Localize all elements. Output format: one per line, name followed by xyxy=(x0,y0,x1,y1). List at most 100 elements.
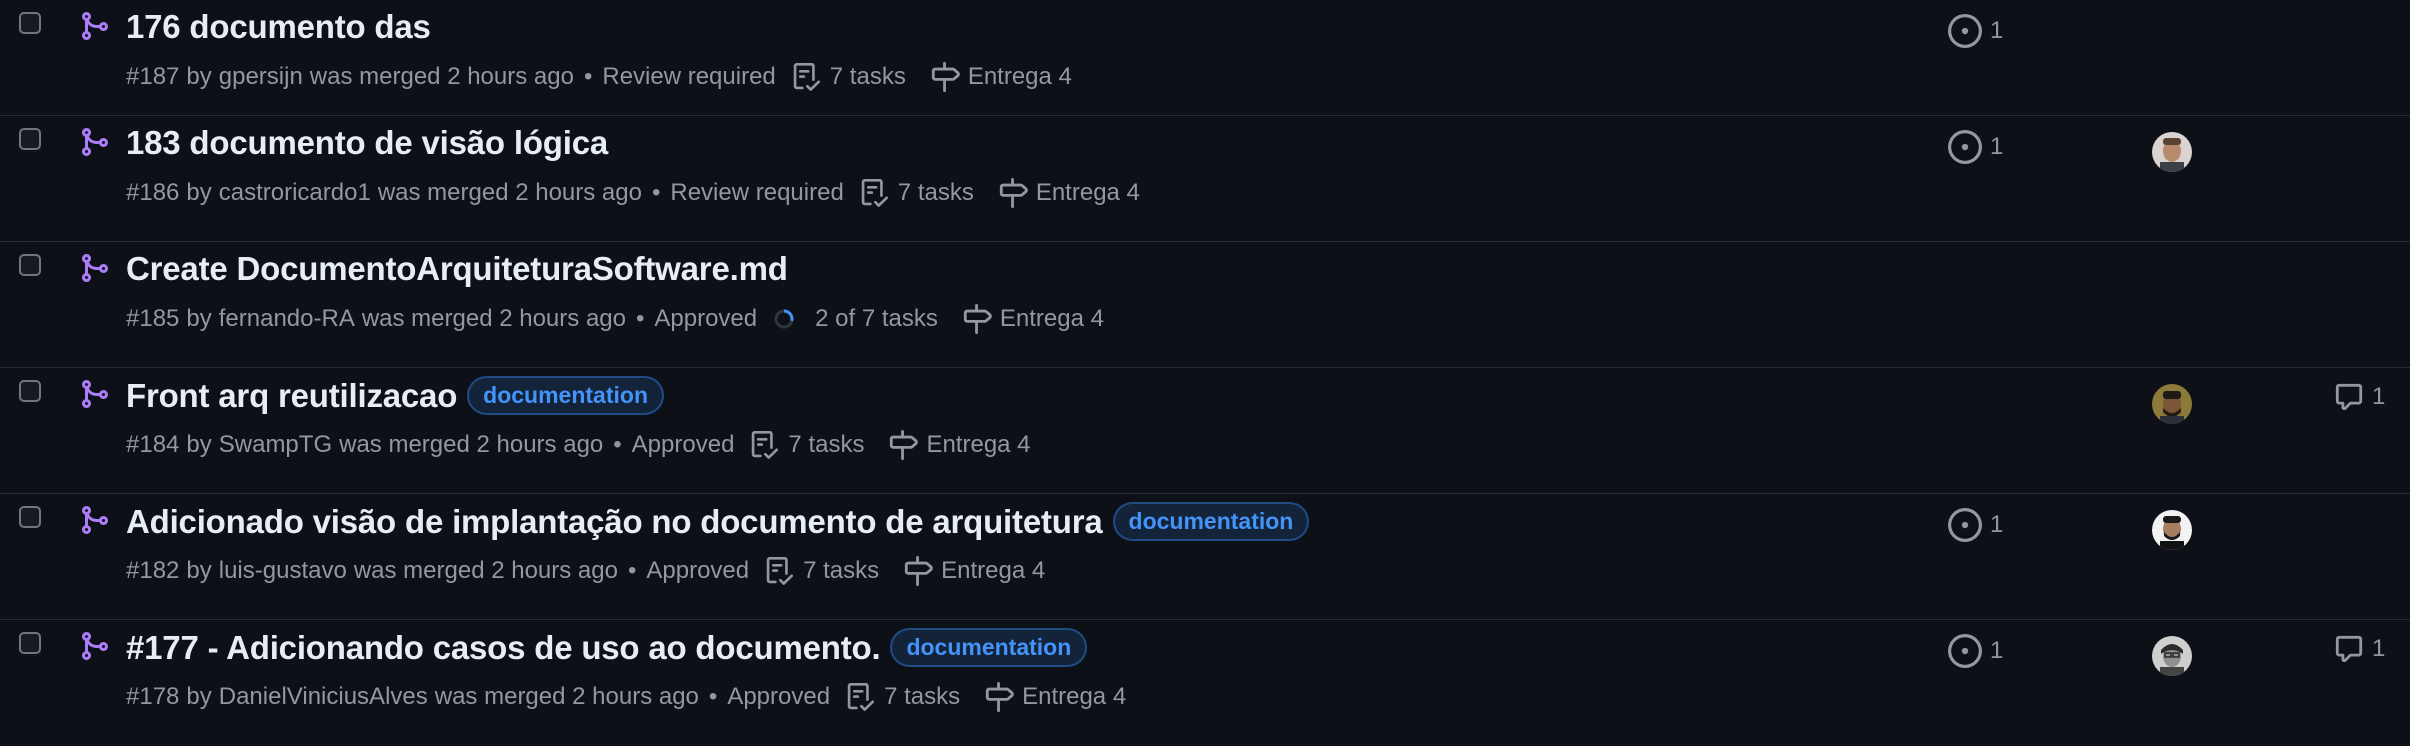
task-count: 7 tasks xyxy=(897,179,974,206)
assignee-avatar[interactable] xyxy=(2152,510,2192,550)
pr-number: #187 xyxy=(126,63,180,90)
milestone-label: Entrega 4 xyxy=(999,305,1104,332)
review-status[interactable]: Review required xyxy=(602,63,775,91)
select-checkbox[interactable] xyxy=(19,632,41,654)
task-progress: 7 tasks xyxy=(765,557,879,585)
checklist-icon xyxy=(860,179,898,207)
label-documentation[interactable]: documentation xyxy=(1112,502,1310,541)
milestone-icon xyxy=(930,62,968,92)
review-status[interactable]: Review required xyxy=(670,179,843,207)
pr-number: #186 xyxy=(126,179,180,206)
author-link[interactable]: gpersijn xyxy=(219,63,303,91)
milestone-link[interactable]: Entrega 4 xyxy=(888,430,1031,460)
pr-title-link[interactable]: #177 - Adicionando casos de uso ao docum… xyxy=(126,629,881,667)
pr-number: #182 xyxy=(126,557,180,584)
assignee-avatar[interactable] xyxy=(2152,636,2192,676)
milestone-link[interactable]: Entrega 4 xyxy=(930,62,1072,92)
linked-issue-count: 1 xyxy=(1990,17,2004,44)
assignee-avatar[interactable] xyxy=(2152,384,2192,424)
select-checkbox[interactable] xyxy=(19,380,41,402)
pull-request-row: 183 documento de visão lógica #186 by castr… xyxy=(0,116,2410,242)
task-progress: 7 tasks xyxy=(846,683,960,711)
review-status[interactable]: Approved xyxy=(632,431,735,459)
author-link[interactable]: luis-gustavo xyxy=(219,557,347,585)
milestone-icon xyxy=(903,556,941,586)
comments-link[interactable]: 1 xyxy=(2334,634,2385,664)
separator-dot: • xyxy=(583,63,593,90)
title-line: Adicionado visão de implantação no docum… xyxy=(126,502,1310,541)
issue-opened-icon xyxy=(1948,14,1990,48)
merged-time[interactable]: was merged 2 hours ago xyxy=(310,63,574,91)
pr-title-link[interactable]: Create DocumentoArquiteturaSoftware.md xyxy=(126,250,788,288)
assignee-avatar[interactable] xyxy=(2152,132,2192,172)
separator-dot: • xyxy=(613,431,622,458)
task-progress: 7 tasks xyxy=(750,431,864,459)
by-text: by xyxy=(186,305,212,332)
author-link[interactable]: fernando-RA xyxy=(219,305,355,333)
merged-time[interactable]: was merged 2 hours ago xyxy=(378,179,642,207)
title-line: 176 documento das xyxy=(126,8,431,46)
select-checkbox[interactable] xyxy=(19,128,41,150)
milestone-icon xyxy=(888,430,926,460)
by-text: by xyxy=(186,431,212,458)
pull-request-row: Create DocumentoArquiteturaSoftware.md #1… xyxy=(0,242,2410,368)
git-merge-icon xyxy=(78,630,110,662)
by-text: by xyxy=(186,63,212,90)
merged-time[interactable]: was merged 2 hours ago xyxy=(339,431,603,459)
task-count: 7 tasks xyxy=(884,683,961,710)
comments-link[interactable]: 1 xyxy=(2334,382,2385,412)
pull-request-row: Front arq reutilizacao documentation #184 b… xyxy=(0,368,2410,494)
pull-request-row: 176 documento das #187 by gpersijn was merge… xyxy=(0,0,2410,116)
author-link[interactable]: SwampTG xyxy=(219,431,332,459)
issue-opened-icon xyxy=(1948,130,1990,164)
milestone-link[interactable]: Entrega 4 xyxy=(998,178,1140,208)
milestone-link[interactable]: Entrega 4 xyxy=(962,304,1104,334)
pr-number: #184 xyxy=(126,431,180,458)
linked-issue-count: 1 xyxy=(1990,511,2004,538)
milestone-icon xyxy=(984,682,1022,712)
task-progress: 2 of 7 tasks xyxy=(773,305,938,333)
merged-time[interactable]: was merged 2 hours ago xyxy=(435,683,699,711)
label-documentation[interactable]: documentation xyxy=(467,376,665,415)
linked-issues[interactable]: 1 xyxy=(1948,508,2003,542)
pr-number: #178 xyxy=(126,683,180,710)
progress-ring-icon xyxy=(773,308,805,330)
linked-issues[interactable]: 1 xyxy=(1948,130,2003,164)
separator-dot: • xyxy=(651,179,661,206)
by-text: by xyxy=(186,683,212,710)
review-status[interactable]: Approved xyxy=(646,557,749,585)
milestone-label: Entrega 4 xyxy=(1035,179,1140,206)
milestone-icon xyxy=(998,178,1036,208)
milestone-link[interactable]: Entrega 4 xyxy=(984,682,1126,712)
milestone-label: Entrega 4 xyxy=(1022,683,1127,710)
select-checkbox[interactable] xyxy=(19,506,41,528)
author-link[interactable]: castroricardo1 xyxy=(219,179,371,207)
select-checkbox[interactable] xyxy=(19,254,41,276)
linked-issues[interactable]: 1 xyxy=(1948,14,2003,48)
pr-title-link[interactable]: 176 documento das xyxy=(126,8,431,46)
linked-issues[interactable]: 1 xyxy=(1948,634,2003,668)
pr-title-link[interactable]: Adicionado visão de implantação no docum… xyxy=(126,503,1103,541)
title-line: #177 - Adicionando casos de uso ao docum… xyxy=(126,628,1088,667)
pr-meta: #184 by SwampTG was merged 2 hours ago • Appr… xyxy=(126,430,1031,460)
comment-icon xyxy=(2334,382,2372,412)
pr-meta: #187 by gpersijn was merged 2 hours ago • Rev… xyxy=(126,62,1072,92)
select-checkbox[interactable] xyxy=(19,12,41,34)
label-documentation[interactable]: documentation xyxy=(890,628,1088,667)
checklist-icon xyxy=(792,63,830,91)
checklist-icon xyxy=(750,431,788,459)
author-link[interactable]: DanielViniciusAlves xyxy=(219,683,428,711)
pr-title-link[interactable]: 183 documento de visão lógica xyxy=(126,124,608,162)
review-status[interactable]: Approved xyxy=(654,305,757,333)
milestone-label: Entrega 4 xyxy=(926,431,1031,458)
pr-title-link[interactable]: Front arq reutilizacao xyxy=(126,377,457,415)
pull-request-row: #177 - Adicionando casos de uso ao docum… xyxy=(0,620,2410,746)
review-status[interactable]: Approved xyxy=(727,683,830,711)
milestone-link[interactable]: Entrega 4 xyxy=(903,556,1045,586)
git-merge-icon xyxy=(78,126,110,158)
git-merge-icon xyxy=(78,504,110,536)
merged-time[interactable]: was merged 2 hours ago xyxy=(354,557,618,585)
git-merge-icon xyxy=(78,252,110,284)
merged-time[interactable]: was merged 2 hours ago xyxy=(362,305,626,333)
task-progress: 7 tasks xyxy=(792,63,906,91)
